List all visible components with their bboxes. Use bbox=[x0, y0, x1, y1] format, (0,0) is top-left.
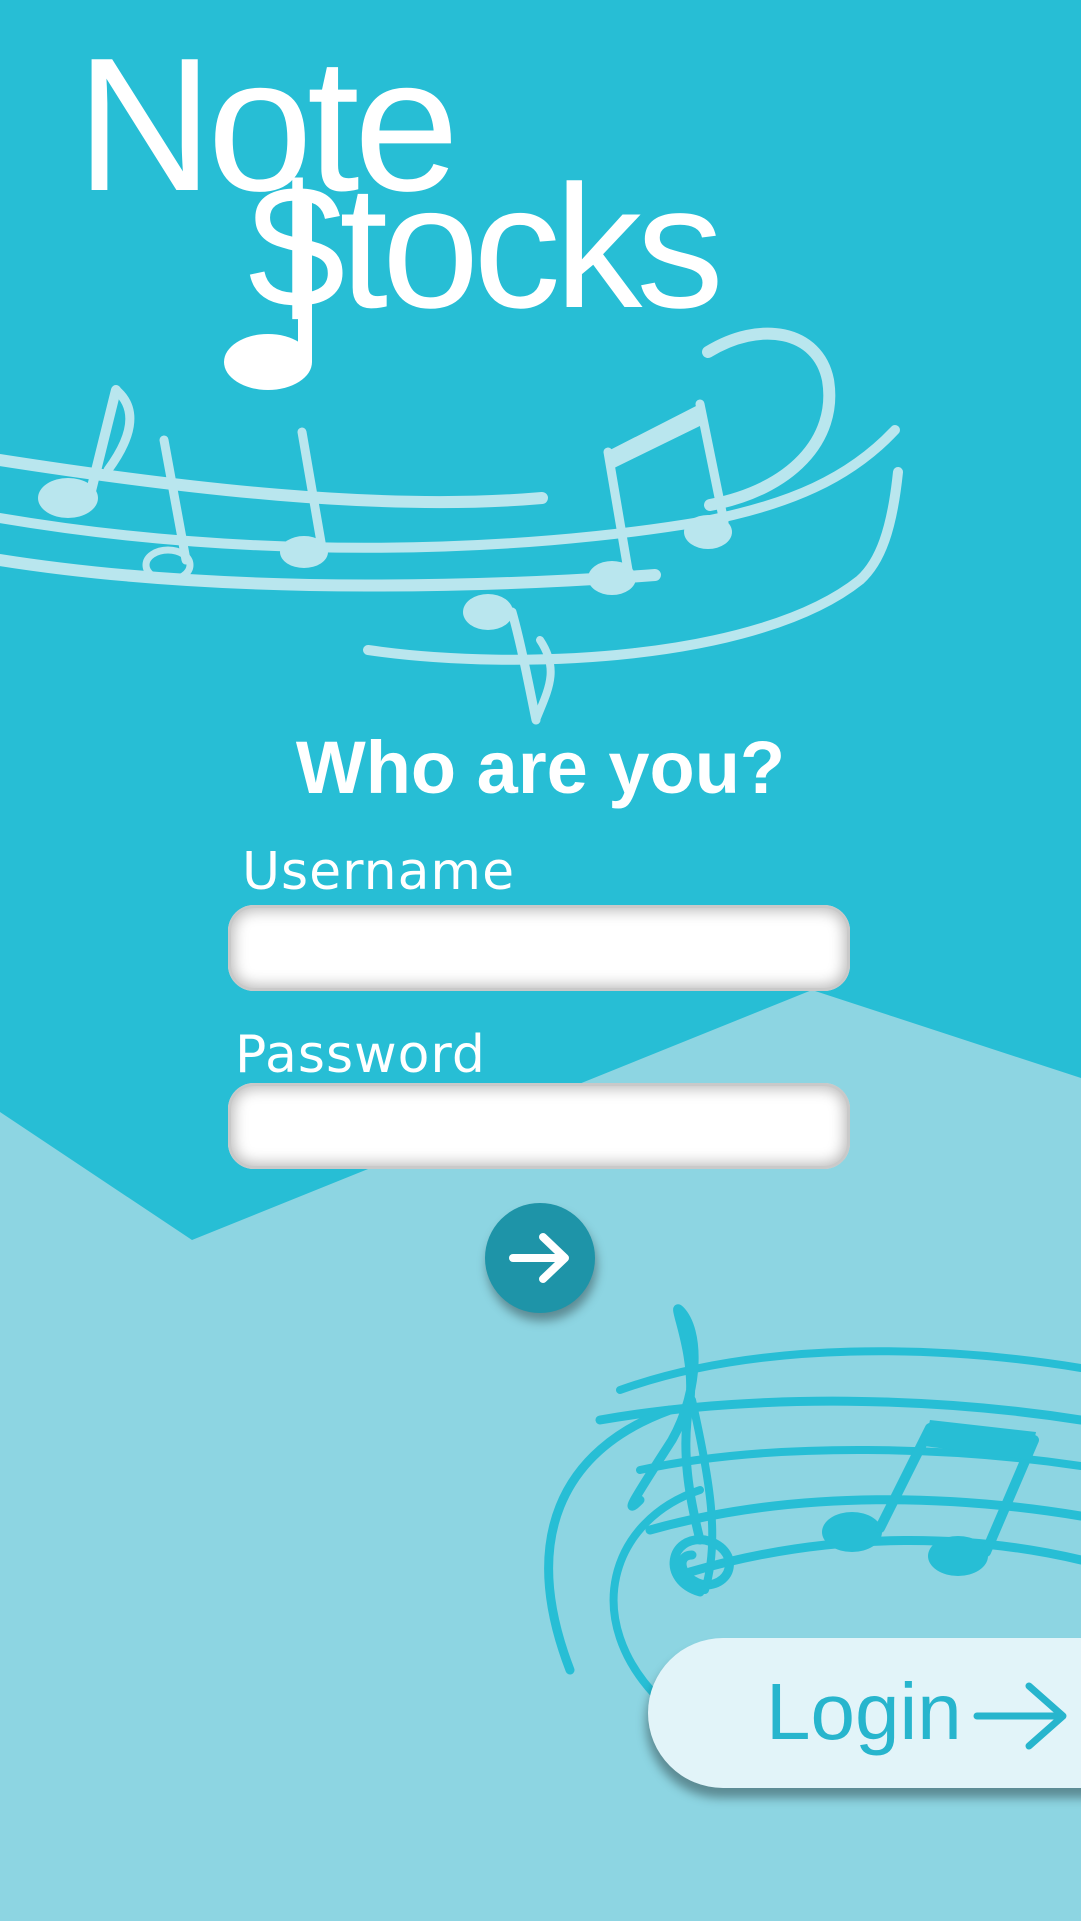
login-button-label: Login bbox=[766, 1667, 962, 1756]
arrow-right-icon bbox=[509, 1233, 569, 1283]
password-label: Password bbox=[235, 1025, 486, 1085]
username-input[interactable] bbox=[228, 905, 850, 991]
username-label: Username bbox=[242, 842, 516, 902]
login-button[interactable]: Login bbox=[648, 1638, 1081, 1788]
page-heading: Who are you? bbox=[295, 726, 786, 809]
submit-button[interactable] bbox=[485, 1203, 595, 1313]
logo-line2: $tocks bbox=[248, 150, 724, 345]
arrow-right-icon bbox=[973, 1682, 1067, 1750]
password-input[interactable] bbox=[228, 1083, 850, 1169]
